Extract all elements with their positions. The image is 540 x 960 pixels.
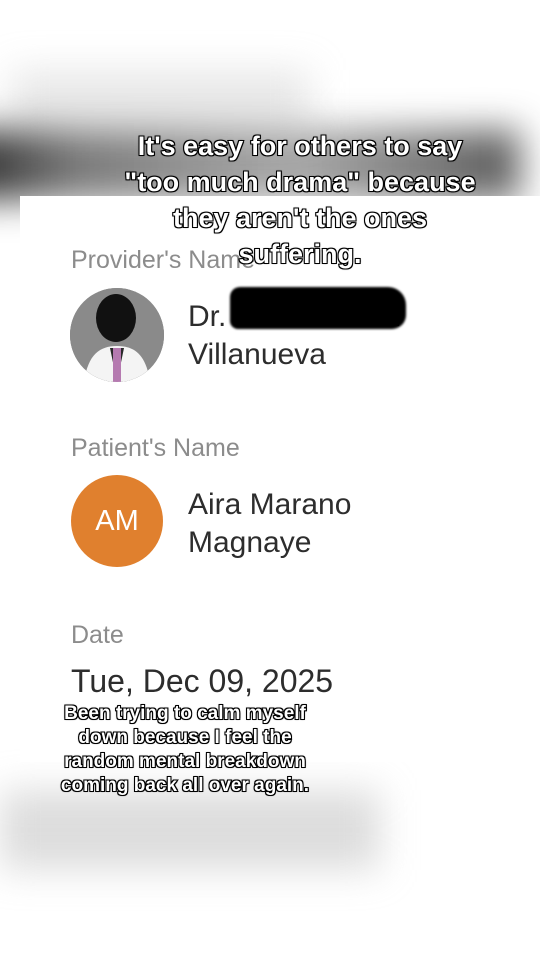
provider-last-name: Villanueva [188,338,326,371]
provider-prefix: Dr. [188,300,227,333]
blurred-bottom-region [0,790,380,870]
provider-photo-icon [70,288,164,382]
blurred-top-region [10,70,310,130]
patient-first-line: Aira Marano [188,488,352,521]
appointment-date: Tue, Dec 09, 2025 [71,663,334,699]
redaction-scribble [230,287,406,329]
appointment-card: Provider's Name Dr.r Villanueva Patient'… [20,196,540,762]
patient-initials: AM [95,504,139,537]
provider-avatar [70,288,164,382]
bottom-caption: Been trying to calm myself down because … [60,702,310,797]
top-caption: It's easy for others to say "too much dr… [123,130,476,270]
date-label: Date [71,621,124,649]
patient-second-line: Magnaye [188,526,312,559]
patient-name: Aira Marano Magnaye [188,486,351,562]
patient-name-label: Patient's Name [71,434,240,462]
patient-avatar: AM [71,475,163,567]
screen: { "overlay": { "top_caption": "It's easy… [0,0,540,960]
